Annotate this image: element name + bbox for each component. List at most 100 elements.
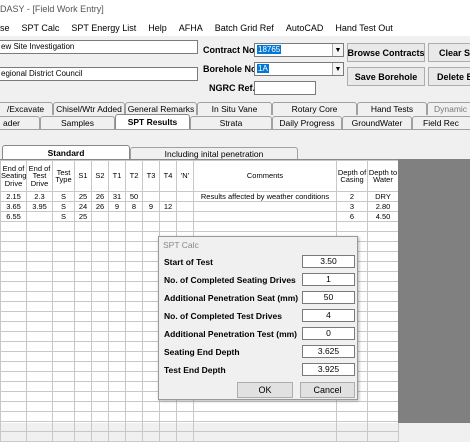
tab-in-situ-vane[interactable]: In Situ Vane <box>197 102 272 115</box>
table-cell[interactable] <box>74 381 92 392</box>
table-cell[interactable] <box>26 251 53 262</box>
table-cell[interactable] <box>52 291 75 302</box>
tab-excavate[interactable]: /Excavate <box>0 102 53 115</box>
table-cell[interactable]: 4.50 <box>367 211 399 222</box>
table-cell[interactable] <box>159 211 177 222</box>
table-cell[interactable] <box>74 361 92 372</box>
tab-strata[interactable]: Strata <box>190 116 272 129</box>
table-cell[interactable] <box>26 221 53 232</box>
table-cell[interactable] <box>26 331 53 342</box>
tab-daily-progress[interactable]: Daily Progress <box>272 116 342 129</box>
table-cell[interactable] <box>52 251 75 262</box>
table-cell[interactable] <box>0 221 27 232</box>
table-cell[interactable] <box>108 281 126 292</box>
table-cell[interactable] <box>91 421 109 432</box>
browse-contracts-button[interactable]: Browse Contracts <box>347 43 425 62</box>
delete-button[interactable]: Delete B <box>428 67 470 86</box>
table-cell[interactable] <box>367 251 399 262</box>
table-cell[interactable] <box>142 301 160 312</box>
table-cell[interactable] <box>159 411 177 422</box>
table-cell[interactable] <box>0 351 27 362</box>
table-cell[interactable]: 2.3 <box>26 191 53 202</box>
table-cell[interactable] <box>367 321 399 332</box>
table-cell[interactable] <box>26 321 53 332</box>
table-cell[interactable] <box>142 231 160 242</box>
table-cell[interactable] <box>91 351 109 362</box>
tab-samples[interactable]: Samples <box>40 116 115 129</box>
table-cell[interactable] <box>52 271 75 282</box>
col-header[interactable]: T1 <box>108 160 126 192</box>
table-cell[interactable] <box>26 431 53 442</box>
table-cell[interactable]: 2.15 <box>0 191 27 202</box>
table-cell[interactable] <box>91 381 109 392</box>
col-header[interactable]: Depth to Water <box>367 160 399 192</box>
table-cell[interactable] <box>159 191 177 202</box>
table-cell[interactable] <box>52 281 75 292</box>
project-name-field[interactable]: ew Site Investigation <box>0 40 198 54</box>
menu-item-help[interactable]: Help <box>142 23 173 33</box>
table-cell[interactable] <box>52 371 75 382</box>
table-cell[interactable] <box>26 301 53 312</box>
table-cell[interactable]: 2 <box>336 191 368 202</box>
table-cell[interactable] <box>26 411 53 422</box>
table-cell[interactable] <box>0 421 27 432</box>
table-cell[interactable]: 6.55 <box>0 211 27 222</box>
table-cell[interactable] <box>142 331 160 342</box>
table-cell[interactable] <box>142 371 160 382</box>
table-cell[interactable] <box>26 341 53 352</box>
table-cell[interactable] <box>125 301 143 312</box>
clear-button[interactable]: Clear S <box>428 43 470 62</box>
table-cell[interactable] <box>125 221 143 232</box>
table-cell[interactable] <box>26 271 53 282</box>
table-cell[interactable] <box>125 381 143 392</box>
table-cell[interactable] <box>159 421 177 432</box>
table-cell[interactable] <box>26 351 53 362</box>
cancel-button[interactable]: Cancel <box>300 382 355 398</box>
table-cell[interactable] <box>125 391 143 402</box>
table-cell[interactable] <box>108 431 126 442</box>
table-cell[interactable]: 3.65 <box>0 201 27 212</box>
table-cell[interactable] <box>125 291 143 302</box>
table-cell[interactable] <box>367 241 399 252</box>
menu-item-spt-calc[interactable]: SPT Calc <box>16 23 66 33</box>
ok-button[interactable]: OK <box>237 382 293 398</box>
table-cell[interactable] <box>91 251 109 262</box>
table-cell[interactable] <box>91 301 109 312</box>
table-cell[interactable] <box>26 281 53 292</box>
table-cell[interactable] <box>142 281 160 292</box>
table-cell[interactable] <box>74 431 92 442</box>
table-cell[interactable] <box>125 321 143 332</box>
table-cell[interactable] <box>142 351 160 362</box>
test-drives-input[interactable]: 4 <box>302 309 355 322</box>
table-cell[interactable] <box>74 271 92 282</box>
table-cell[interactable] <box>52 341 75 352</box>
tab-dynamic[interactable]: Dynamic <box>427 102 470 115</box>
table-cell[interactable] <box>367 231 399 242</box>
table-cell[interactable] <box>74 261 92 272</box>
table-cell[interactable] <box>193 431 337 442</box>
table-cell[interactable] <box>108 241 126 252</box>
table-cell[interactable] <box>193 221 337 232</box>
table-cell[interactable] <box>142 341 160 352</box>
table-cell[interactable] <box>0 341 27 352</box>
table-cell[interactable] <box>142 261 160 272</box>
table-cell[interactable] <box>142 211 160 222</box>
table-cell[interactable] <box>26 231 53 242</box>
table-cell[interactable]: DRY <box>367 191 399 202</box>
table-cell[interactable] <box>74 241 92 252</box>
table-cell[interactable] <box>367 341 399 352</box>
table-cell[interactable] <box>91 211 109 222</box>
table-cell[interactable] <box>367 421 399 432</box>
col-header[interactable]: T4 <box>159 160 177 192</box>
table-cell[interactable] <box>125 361 143 372</box>
start-of-test-input[interactable]: 3.50 <box>302 255 355 268</box>
table-cell[interactable]: 2.80 <box>367 201 399 212</box>
table-cell[interactable] <box>125 341 143 352</box>
table-cell[interactable] <box>142 391 160 402</box>
table-cell[interactable] <box>0 311 27 322</box>
col-header[interactable]: Test Type <box>52 160 75 192</box>
table-cell[interactable] <box>108 211 126 222</box>
table-cell[interactable] <box>125 231 143 242</box>
table-cell[interactable] <box>52 231 75 242</box>
table-cell[interactable] <box>125 261 143 272</box>
